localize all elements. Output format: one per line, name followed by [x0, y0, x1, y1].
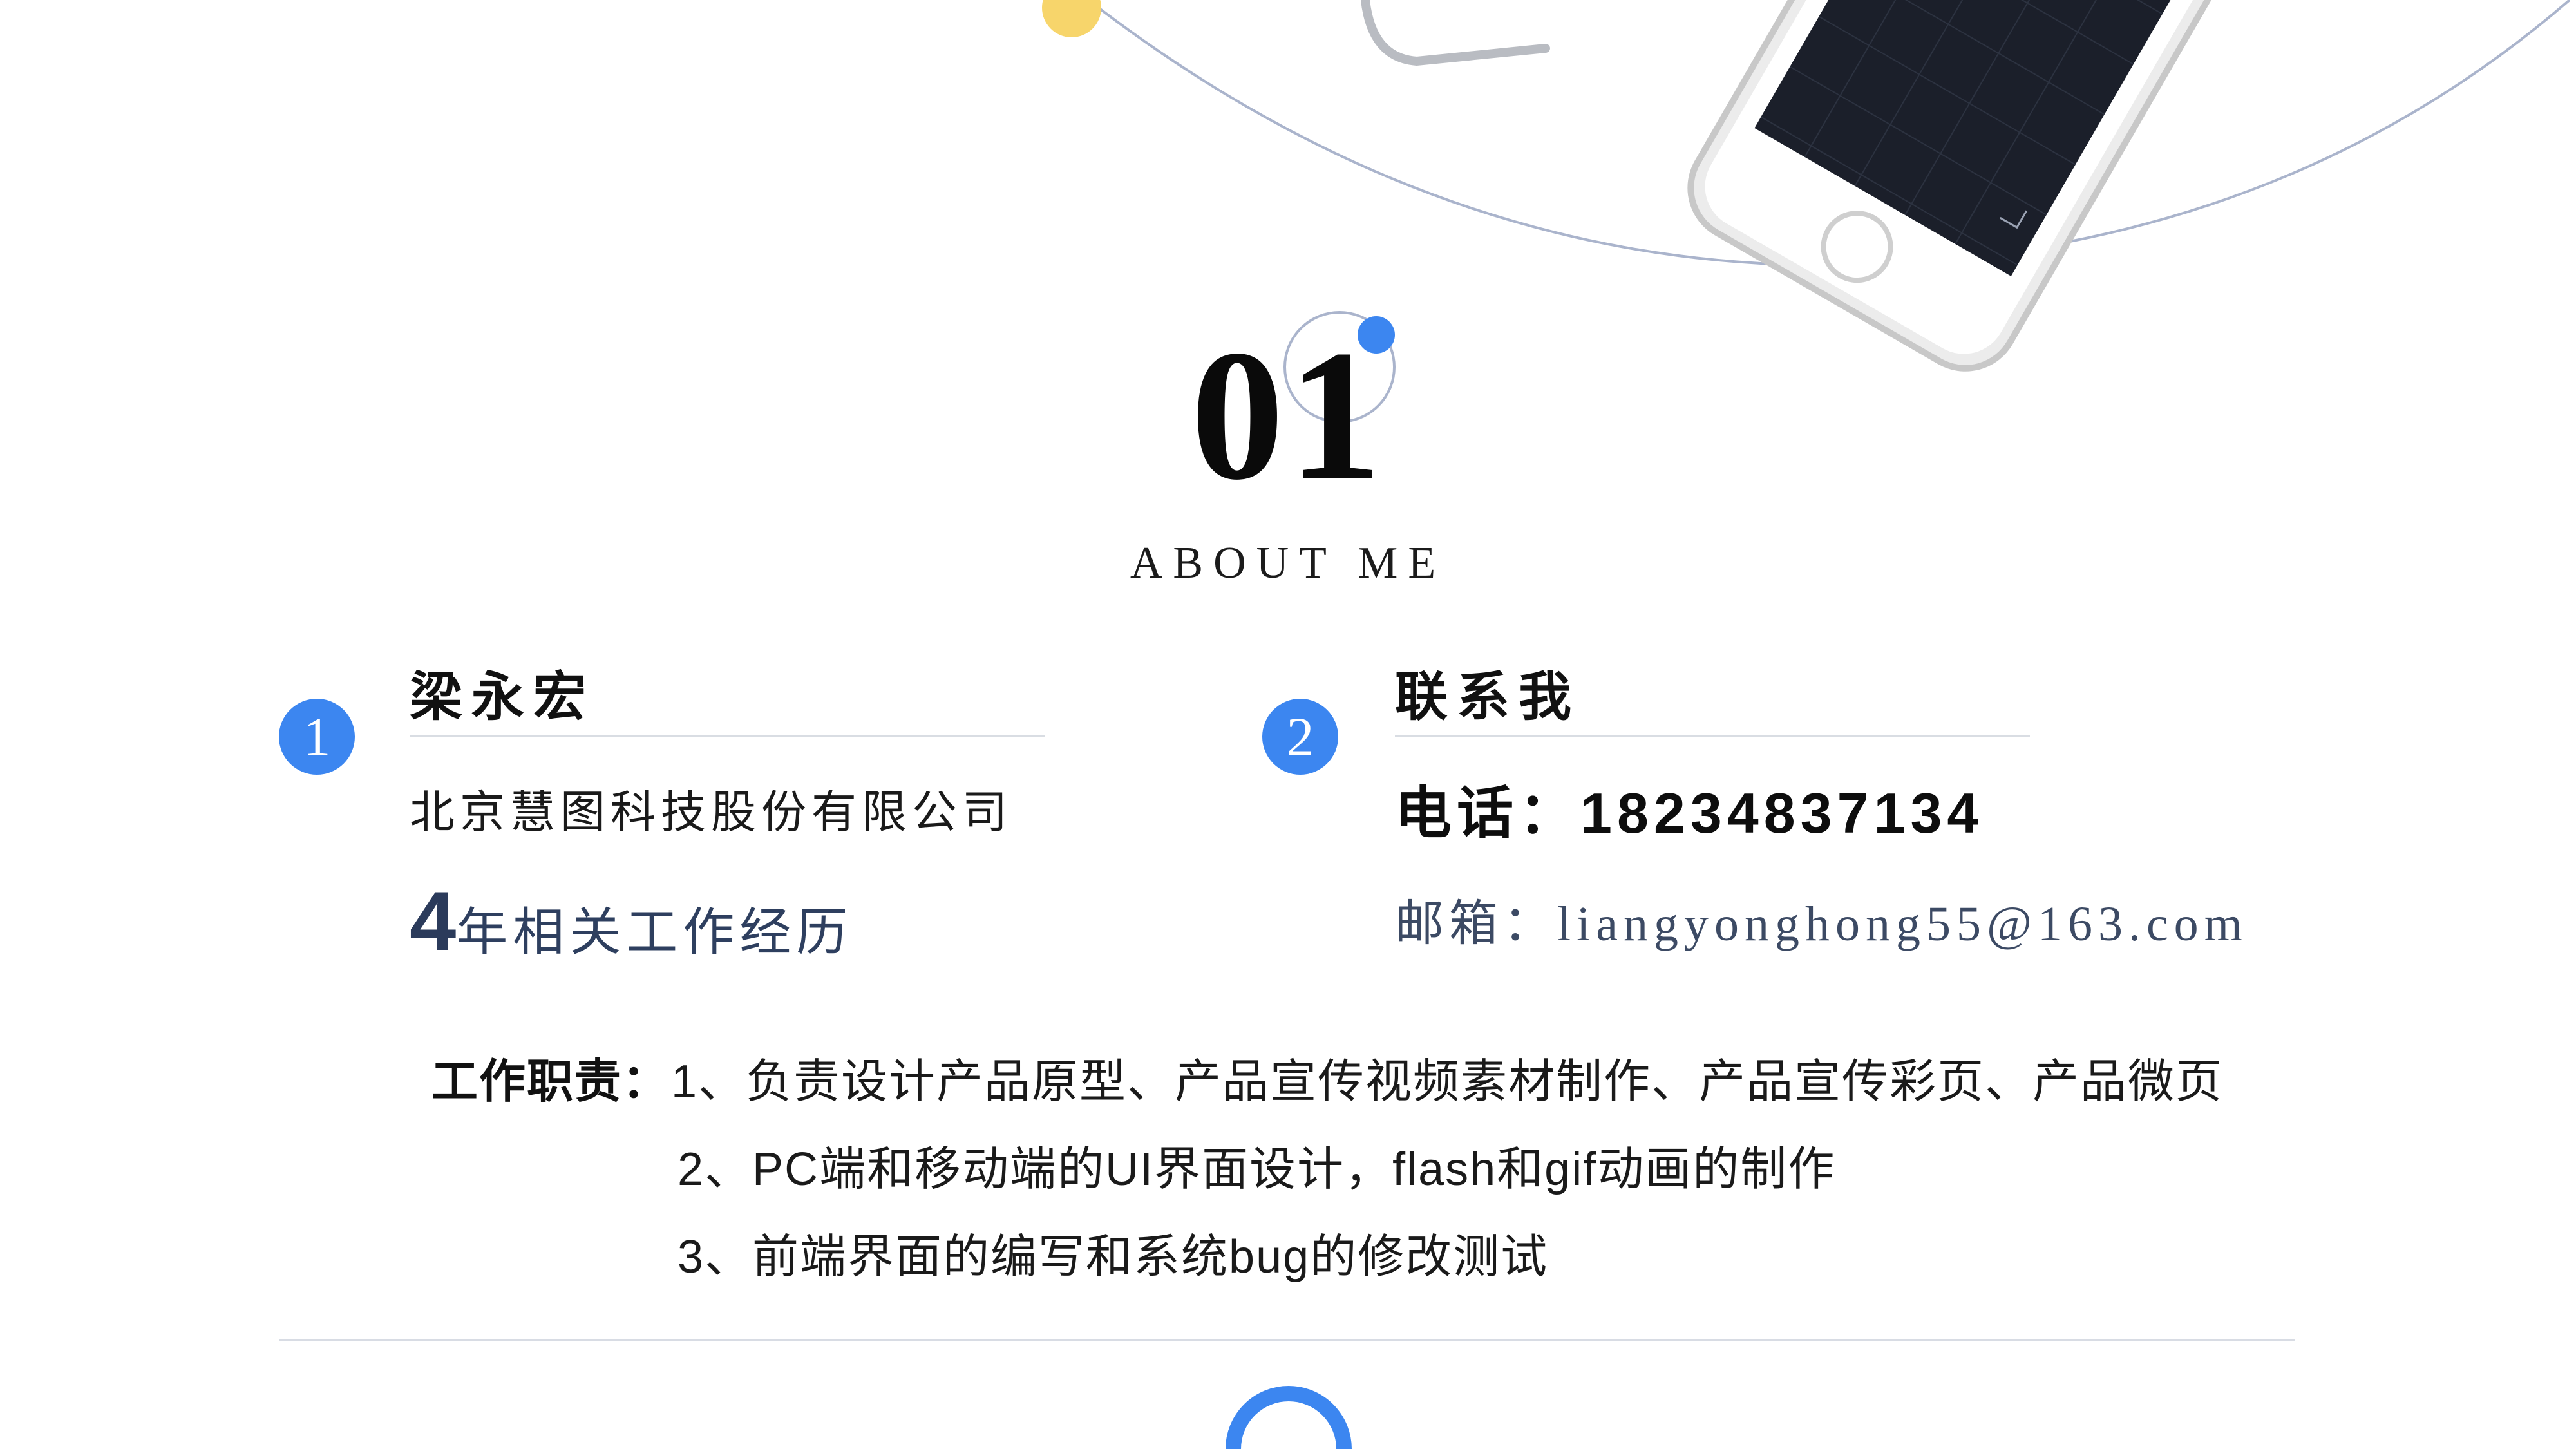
profile-divider	[410, 735, 1045, 737]
years-text: 年相关工作经历	[456, 904, 853, 961]
email-label: 邮箱：	[1395, 896, 1557, 951]
contact-divider	[1395, 735, 2030, 737]
email-row: 邮箱：liangyonghong55@163.com	[1395, 884, 2248, 954]
contact-heading: 联系我	[1395, 668, 1581, 726]
phone-mockup	[1687, 0, 2291, 372]
company-name: 北京慧图科技股份有限公司	[410, 787, 1012, 837]
experience-years: 4年相关工作经历	[410, 873, 853, 969]
bottom-divider	[279, 1339, 2295, 1341]
person-name: 梁永宏	[410, 668, 596, 726]
yellow-dot	[1042, 0, 1101, 37]
badge-contact: 2	[1262, 699, 1338, 775]
section-subtitle: ABOUT ME	[1130, 538, 1446, 588]
duties-label: 工作职责：	[431, 1056, 670, 1108]
phone-cable	[1361, 0, 1550, 66]
resume-section: 01 ABOUT ME 1 梁永宏 北京慧图科技股份有限公司 4年相关工作经历 …	[0, 0, 2576, 1449]
email-address[interactable]: liangyonghong55@163.com	[1557, 897, 2248, 951]
bottom-blue-ring	[1226, 1386, 1352, 1449]
duty-item: 3、前端界面的编写和系统bug的修改测试	[677, 1231, 1549, 1283]
years-number: 4	[410, 874, 457, 968]
duty-item: 1、负责设计产品原型、产品宣传视频素材制作、产品宣传彩页、产品微页	[671, 1056, 2224, 1108]
phone-number: 电话：18234837134	[1395, 781, 1984, 845]
duty-item: 2、PC端和移动端的UI界面设计，flash和gif动画的制作	[677, 1144, 1836, 1195]
badge-profile: 1	[279, 699, 355, 775]
section-number: 01	[1191, 312, 1385, 518]
